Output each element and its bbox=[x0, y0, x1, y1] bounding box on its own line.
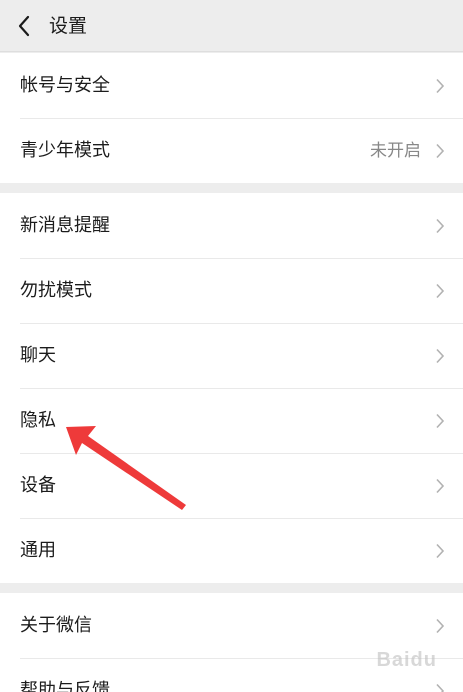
settings-item-label: 聊天 bbox=[20, 344, 56, 366]
settings-item-label: 新消息提醒 bbox=[20, 214, 110, 236]
settings-item-label: 青少年模式 bbox=[20, 139, 110, 161]
settings-item-label: 设备 bbox=[20, 474, 56, 496]
chevron-right-icon bbox=[436, 283, 445, 298]
settings-screen: 设置 帐号与安全 青少年模式 未开启 新消息提醒 勿扰模式 聊天 隐私 设备 通… bbox=[0, 0, 463, 692]
settings-item-label: 勿扰模式 bbox=[20, 279, 92, 301]
chevron-right-icon bbox=[436, 478, 445, 493]
settings-group-general: 新消息提醒 勿扰模式 聊天 隐私 设备 通用 bbox=[0, 193, 463, 583]
page-title: 设置 bbox=[49, 15, 88, 37]
settings-item-label: 关于微信 bbox=[20, 614, 92, 636]
settings-item-label: 帮助与反馈 bbox=[20, 679, 110, 692]
settings-item-notifications[interactable]: 新消息提醒 bbox=[0, 193, 463, 258]
watermark: Baidu bbox=[376, 649, 437, 671]
chevron-left-icon bbox=[18, 15, 30, 37]
settings-item-account-security[interactable]: 帐号与安全 bbox=[0, 53, 463, 118]
settings-item-youth-mode[interactable]: 青少年模式 未开启 bbox=[0, 118, 463, 183]
youth-mode-status: 未开启 bbox=[370, 140, 421, 161]
chevron-right-icon bbox=[436, 543, 445, 558]
settings-group-account: 帐号与安全 青少年模式 未开启 bbox=[0, 53, 463, 183]
back-button[interactable] bbox=[8, 8, 40, 44]
settings-item-label: 通用 bbox=[20, 539, 56, 561]
settings-item-devices[interactable]: 设备 bbox=[0, 453, 463, 518]
chevron-right-icon bbox=[436, 143, 445, 158]
chevron-right-icon bbox=[436, 618, 445, 633]
nav-header: 设置 bbox=[0, 0, 463, 52]
settings-item-general[interactable]: 通用 bbox=[0, 518, 463, 583]
chevron-right-icon bbox=[436, 348, 445, 363]
settings-item-chat[interactable]: 聊天 bbox=[0, 323, 463, 388]
settings-item-do-not-disturb[interactable]: 勿扰模式 bbox=[0, 258, 463, 323]
settings-item-label: 隐私 bbox=[20, 409, 56, 431]
settings-item-label: 帐号与安全 bbox=[20, 74, 110, 96]
chevron-right-icon bbox=[436, 78, 445, 93]
chevron-right-icon bbox=[436, 413, 445, 428]
chevron-right-icon bbox=[436, 683, 445, 692]
settings-item-privacy[interactable]: 隐私 bbox=[0, 388, 463, 453]
chevron-right-icon bbox=[436, 218, 445, 233]
settings-group-about: 关于微信 帮助与反馈 bbox=[0, 593, 463, 692]
